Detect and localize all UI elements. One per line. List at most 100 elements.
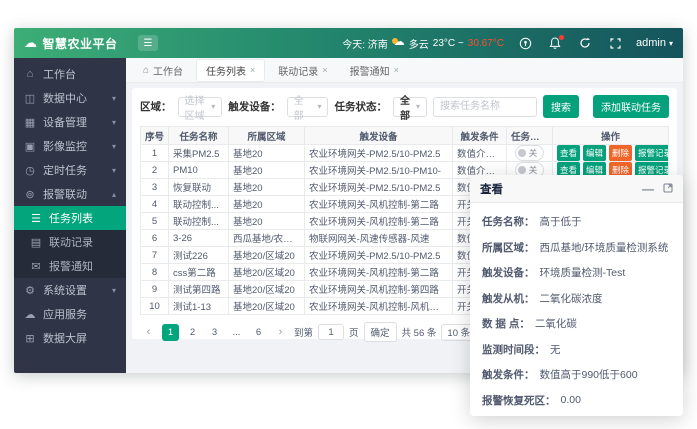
- page-button-2[interactable]: 2: [184, 324, 201, 341]
- trigger-device-select[interactable]: 全部 ▾: [287, 97, 329, 117]
- sidebar-menu: ⌂工作台◫数据中心▾▦设备管理▾▣影像监控▾◷定时任务▾⊚报警联动▴☰任务列表▤…: [14, 58, 126, 373]
- tab-报警通知[interactable]: 报警通知×: [341, 60, 408, 81]
- home-icon: ⌂: [143, 65, 149, 76]
- big-screen-icon: ⊞: [24, 332, 36, 345]
- sidebar-subitem-label: 联动记录: [49, 234, 116, 250]
- prev-page-button[interactable]: ‹: [140, 324, 157, 341]
- field-label: 报警恢复死区：: [482, 393, 556, 408]
- sidebar-subitem[interactable]: ▤联动记录: [14, 230, 126, 254]
- cell-no: 3: [141, 179, 169, 196]
- sidebar-item[interactable]: ☁应用服务: [14, 302, 126, 326]
- close-icon[interactable]: ×: [322, 65, 327, 75]
- page: ☁ 智慧农业平台 ☰ 今天: 济南 ☁ 多云 23°C ~ 30.67°C: [0, 0, 697, 429]
- tab-工作台[interactable]: ⌂工作台: [134, 60, 192, 81]
- dialog-fields: 任务名称：高于低于所属区域：西瓜基地/环境质量检测系统触发设备：环境质量检测-T…: [470, 203, 683, 416]
- sidebar-item[interactable]: ⊚报警联动▴: [14, 182, 126, 206]
- field-value: 二氧化碳: [535, 316, 577, 331]
- sidebar-item-label: 应用服务: [43, 306, 116, 322]
- search-button[interactable]: 搜索: [543, 95, 579, 118]
- maximize-icon[interactable]: [663, 180, 673, 198]
- sidebar-subitem[interactable]: ☰任务列表: [14, 206, 126, 230]
- filter-bar: 区域： 选择区域 ▾ 触发设备： 全部 ▾ 任务状态：: [140, 95, 669, 118]
- cell-task-name: css第二路: [169, 264, 229, 281]
- cell-status: 关: [507, 145, 553, 162]
- edit-button[interactable]: 编辑: [583, 145, 606, 161]
- view-button[interactable]: 查看: [557, 145, 580, 161]
- sidebar-item[interactable]: ⚙系统设置▾: [14, 278, 126, 302]
- field-label: 触发从机：: [482, 291, 535, 306]
- sidebar-item[interactable]: ▣影像监控▾: [14, 134, 126, 158]
- gear-icon: ⚙: [24, 284, 36, 297]
- sidebar-item[interactable]: ◷定时任务▾: [14, 158, 126, 182]
- cell-task-name: 采集PM2.5: [169, 145, 229, 162]
- close-icon[interactable]: ×: [250, 65, 255, 75]
- cell-region: 基地20: [229, 179, 305, 196]
- collapse-menu-button[interactable]: ☰: [138, 35, 158, 51]
- status-toggle[interactable]: 关: [515, 145, 545, 161]
- cell-device: 农业环境网关-风机控制-第四路: [305, 281, 453, 298]
- column-header: 触发条件: [453, 127, 507, 145]
- field-label: 触发设备：: [482, 265, 535, 280]
- page-button-6[interactable]: 6: [250, 324, 267, 341]
- weather-city: 今天: 济南: [342, 36, 388, 51]
- dialog-field: 任务名称：高于低于: [482, 209, 671, 235]
- sidebar-item-label: 数据大屏: [43, 330, 116, 346]
- region-label: 区域：: [140, 99, 172, 114]
- task-status-select[interactable]: 全部 ▾: [393, 97, 427, 117]
- sidebar-item-label: 工作台: [43, 66, 116, 82]
- task-status-label: 任务状态：: [334, 99, 387, 114]
- column-header: 任务状态: [507, 127, 553, 145]
- goto-page-input[interactable]: [318, 324, 344, 340]
- cell-device: 农业环境网关-PM2.5/10-PM2.5: [305, 145, 453, 162]
- cell-no: 2: [141, 162, 169, 179]
- refresh-icon[interactable]: [578, 36, 592, 50]
- temp-high: 30.67°C: [468, 38, 504, 49]
- region-select[interactable]: 选择区域 ▾: [178, 97, 223, 117]
- cell-device: 农业环境网关-风机控制-第二路: [305, 196, 453, 213]
- field-label: 所属区域：: [482, 240, 535, 255]
- add-linkage-task-button[interactable]: 添加联动任务: [593, 95, 669, 118]
- chevron-down-icon: ▾: [205, 102, 215, 111]
- field-label: 任务名称：: [482, 214, 535, 229]
- lock-icon[interactable]: [518, 36, 532, 50]
- minimize-icon[interactable]: —: [642, 184, 654, 194]
- search-input[interactable]: [433, 97, 537, 117]
- cell-task-name: 测试第四路: [169, 281, 229, 298]
- page-button-1[interactable]: 1: [162, 324, 179, 341]
- fullscreen-icon[interactable]: [608, 36, 622, 50]
- sidebar-subitem[interactable]: ✉报警通知: [14, 254, 126, 278]
- delete-button[interactable]: 删除: [609, 145, 632, 161]
- sidebar-item[interactable]: ◫数据中心▾: [14, 86, 126, 110]
- sidebar-item[interactable]: ⊞ 数据大屏: [14, 326, 126, 350]
- cell-no: 1: [141, 145, 169, 162]
- goto-confirm-button[interactable]: 确定: [364, 322, 397, 342]
- cell-device: 农业环境网关-风机控制-第二路: [305, 264, 453, 281]
- field-value: 0.00: [561, 394, 581, 406]
- toggle-label: 关: [529, 147, 538, 159]
- column-header: 所属区域: [229, 127, 305, 145]
- alarm-notice-icon: ✉: [30, 260, 42, 273]
- cell-device: 农业环境网关-PM2.5/10-PM2.5: [305, 179, 453, 196]
- cell-no: 10: [141, 298, 169, 315]
- field-label: 数 据 点：: [482, 316, 530, 331]
- sidebar-item[interactable]: ⌂工作台: [14, 62, 126, 86]
- sidebar-item[interactable]: ▦设备管理▾: [14, 110, 126, 134]
- hamburger-icon: ☰: [144, 38, 153, 49]
- sidebar-item-label: 定时任务: [43, 162, 105, 178]
- alarm-record-button[interactable]: 报警记录: [635, 145, 668, 161]
- cell-no: 5: [141, 213, 169, 230]
- admin-menu[interactable]: admin ▾: [636, 37, 673, 49]
- table-header-row: 序号任务名称所属区域触发设备触发条件任务状态操作: [141, 127, 669, 145]
- data-center-icon: ◫: [24, 92, 36, 105]
- cell-task-name: PM10: [169, 162, 229, 179]
- page-button-3[interactable]: 3: [206, 324, 223, 341]
- tab-任务列表[interactable]: 任务列表×: [196, 59, 265, 82]
- close-icon[interactable]: ×: [394, 65, 399, 75]
- cell-region: 基地20/区域20: [229, 281, 305, 298]
- sidebar-item-label: 报警联动: [43, 186, 105, 202]
- next-page-button[interactable]: ›: [272, 324, 289, 341]
- cell-device: 农业环境网关-PM2.5/10-PM10-: [305, 162, 453, 179]
- bell-icon[interactable]: [548, 36, 562, 50]
- tab-联动记录[interactable]: 联动记录×: [269, 60, 336, 81]
- cell-task-name: 联动控制...: [169, 213, 229, 230]
